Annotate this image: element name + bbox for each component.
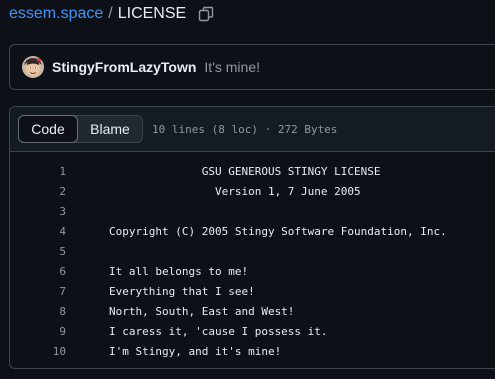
author-avatar-image: [22, 56, 44, 78]
line-number[interactable]: 4: [10, 225, 66, 238]
line-content: Everything that I see!: [109, 284, 255, 298]
file-viewer: Code Blame 10 lines (8 loc) · 272 Bytes …: [9, 106, 495, 369]
view-toggle: Code Blame: [18, 115, 143, 143]
file-name: LICENSE: [117, 5, 187, 22]
line-content: Copyright (C) 2005 Stingy Software Found…: [109, 224, 447, 238]
line-content: I caress it, 'cause I possess it.: [109, 324, 328, 338]
line-content: Version 1, 7 June 2005: [109, 184, 361, 198]
commit-message[interactable]: It's mine!: [204, 59, 260, 75]
code-line: 1 GSU GENEROUS STINGY LICENSE: [10, 161, 495, 181]
line-content: North, South, East and West!: [109, 304, 295, 318]
tab-blame[interactable]: Blame: [78, 116, 142, 142]
code-line: 5: [10, 241, 495, 261]
copy-path-button[interactable]: [195, 3, 217, 25]
commit-author[interactable]: StingyFromLazyTown: [52, 59, 196, 75]
code-area: 1 GSU GENEROUS STINGY LICENSE 2 Version …: [10, 152, 495, 361]
file-header: Code Blame 10 lines (8 loc) · 272 Bytes: [10, 107, 495, 152]
code-line: 2 Version 1, 7 June 2005: [10, 181, 495, 201]
line-number[interactable]: 6: [10, 265, 66, 278]
repo-link[interactable]: essem.space: [9, 5, 103, 23]
copy-icon: [198, 6, 214, 22]
avatar[interactable]: [22, 56, 44, 78]
breadcrumb-separator: /: [108, 5, 113, 22]
line-number[interactable]: 8: [10, 305, 66, 318]
line-number[interactable]: 10: [10, 345, 66, 358]
line-number[interactable]: 9: [10, 325, 66, 338]
code-line: 10 I'm Stingy, and it's mine!: [10, 341, 495, 361]
code-line: 4 Copyright (C) 2005 Stingy Software Foun…: [10, 221, 495, 241]
line-content: I'm Stingy, and it's mine!: [109, 344, 282, 358]
line-content: It all belongs to me!: [109, 264, 249, 278]
line-number[interactable]: 5: [10, 245, 66, 258]
latest-commit: StingyFromLazyTown It's mine!: [9, 44, 495, 90]
breadcrumb: essem.space / LICENSE: [9, 3, 217, 25]
line-number[interactable]: 1: [10, 165, 66, 178]
file-info: 10 lines (8 loc) · 272 Bytes: [152, 122, 338, 136]
code-line: 8 North, South, East and West!: [10, 301, 495, 321]
code-line: 7 Everything that I see!: [10, 281, 495, 301]
code-line: 3: [10, 201, 495, 221]
tab-code[interactable]: Code: [18, 115, 78, 143]
line-number[interactable]: 7: [10, 285, 66, 298]
line-number[interactable]: 2: [10, 185, 66, 198]
line-number[interactable]: 3: [10, 205, 66, 218]
code-line: 6 It all belongs to me!: [10, 261, 495, 281]
line-content: GSU GENEROUS STINGY LICENSE: [109, 164, 381, 178]
code-line: 9 I caress it, 'cause I possess it.: [10, 321, 495, 341]
